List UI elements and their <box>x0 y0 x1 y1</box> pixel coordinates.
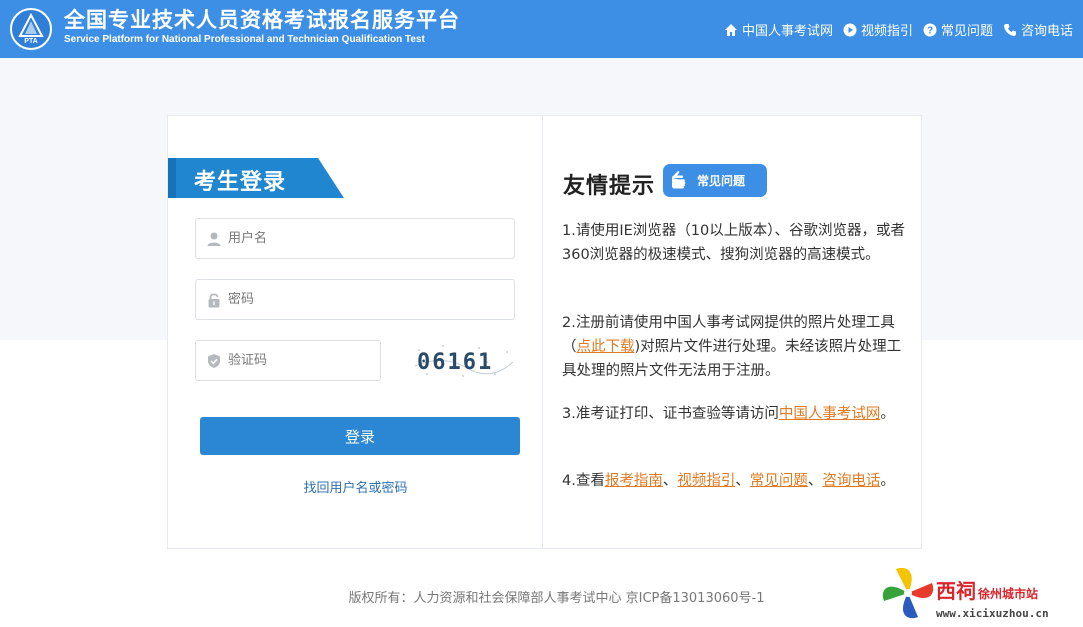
pta-logo[interactable]: PTA <box>10 8 52 50</box>
nav-item-phone[interactable]: 咨询电话 <box>1003 20 1073 39</box>
question-icon: ? <box>923 23 937 36</box>
tip-4-text-after: 。 <box>880 473 895 489</box>
tip-4-text-before: 4.查看 <box>562 473 605 489</box>
pointing-hand-icon <box>672 171 686 189</box>
login-tab-label: 考生登录 <box>194 170 287 195</box>
watermark-url: www.xicixuzhou.cn <box>936 607 1049 620</box>
top-header: PTA 全国专业技术人员资格考试报名服务平台 Service Platform … <box>0 0 1083 58</box>
pta-logo-icon: PTA <box>18 12 44 45</box>
captcha-input[interactable] <box>228 353 380 368</box>
site-title: 全国专业技术人员资格考试报名服务平台 <box>64 8 460 32</box>
faq-link[interactable]: 常见问题 <box>750 473 808 489</box>
video-guide-link[interactable]: 视频指引 <box>677 473 735 489</box>
nav-label: 常见问题 <box>940 24 993 39</box>
home-icon <box>724 23 737 36</box>
tip-3: 3.准考证打印、证书查验等请访问中国人事考试网。 <box>562 402 907 426</box>
nav-label: 中国人事考试网 <box>741 24 833 39</box>
top-nav: 中国人事考试网 视频指引 ? 常见问题 咨询电话 <box>724 20 1073 39</box>
captcha-image[interactable]: 06161 <box>413 340 515 382</box>
nav-label: 咨询电话 <box>1020 24 1073 39</box>
logo-text: PTA <box>24 38 37 45</box>
password-input[interactable] <box>228 292 514 307</box>
faq-badge-label: 常见问题 <box>697 174 746 188</box>
nav-item-faq[interactable]: ? 常见问题 <box>923 20 993 39</box>
consult-phone-link[interactable]: 咨询电话 <box>822 473 880 489</box>
tip-1: 1.请使用IE浏览器（10以上版本）、谷歌浏览器，或者360浏览器的极速模式、搜… <box>562 223 905 263</box>
photo-tool-download-link[interactable]: 点此下载 <box>577 339 635 355</box>
nav-item-video[interactable]: 视频指引 <box>843 20 913 39</box>
tips-title: 友情提示 <box>563 174 656 199</box>
phone-icon <box>1003 23 1016 36</box>
watermark-city: 徐州城市站 <box>978 587 1039 601</box>
tip-3-text-after: 。 <box>880 406 895 422</box>
tip-2: 2.注册前请使用中国人事考试网提供的照片处理工具（点此下载)对照片文件进行处理。… <box>562 311 907 383</box>
shield-icon <box>208 353 220 368</box>
password-field[interactable] <box>195 279 515 320</box>
svg-text:?: ? <box>927 25 933 36</box>
login-card: 考生登录 06161 登录 找回用 <box>167 115 922 549</box>
login-tab: 考生登录 <box>168 158 344 198</box>
watermark-brand: 西祠 <box>936 579 976 603</box>
user-icon <box>207 232 221 246</box>
play-icon <box>843 23 857 36</box>
tip-4: 4.查看报考指南、视频指引、常见问题、咨询电话。 <box>562 469 907 493</box>
nav-item-cpta[interactable]: 中国人事考试网 <box>724 20 833 39</box>
recover-account-link[interactable]: 找回用户名或密码 <box>168 477 543 496</box>
faq-badge-button[interactable]: 常见问题 <box>663 164 767 197</box>
site-subtitle: Service Platform for National Profession… <box>64 34 425 45</box>
username-input[interactable] <box>228 231 514 246</box>
cpta-website-link[interactable]: 中国人事考试网 <box>779 406 881 422</box>
nav-label: 视频指引 <box>860 24 913 39</box>
exam-guide-link[interactable]: 报考指南 <box>605 473 663 489</box>
username-field[interactable] <box>195 218 515 259</box>
tip-4-separator: 、 <box>807 473 823 489</box>
tip-4-separator: 、 <box>662 473 678 489</box>
pinwheel-logo-icon <box>882 567 934 619</box>
site-watermark: 西祠 徐州城市站 www.xicixuzhou.cn <box>878 563 1078 623</box>
tip-4-separator: 、 <box>735 473 750 489</box>
login-button[interactable]: 登录 <box>200 417 520 455</box>
captcha-text: 06161 <box>417 350 493 375</box>
tip-3-text-before: 3.准考证打印、证书查验等请访问 <box>562 406 779 422</box>
lock-icon <box>208 292 220 307</box>
captcha-field[interactable] <box>195 340 381 381</box>
